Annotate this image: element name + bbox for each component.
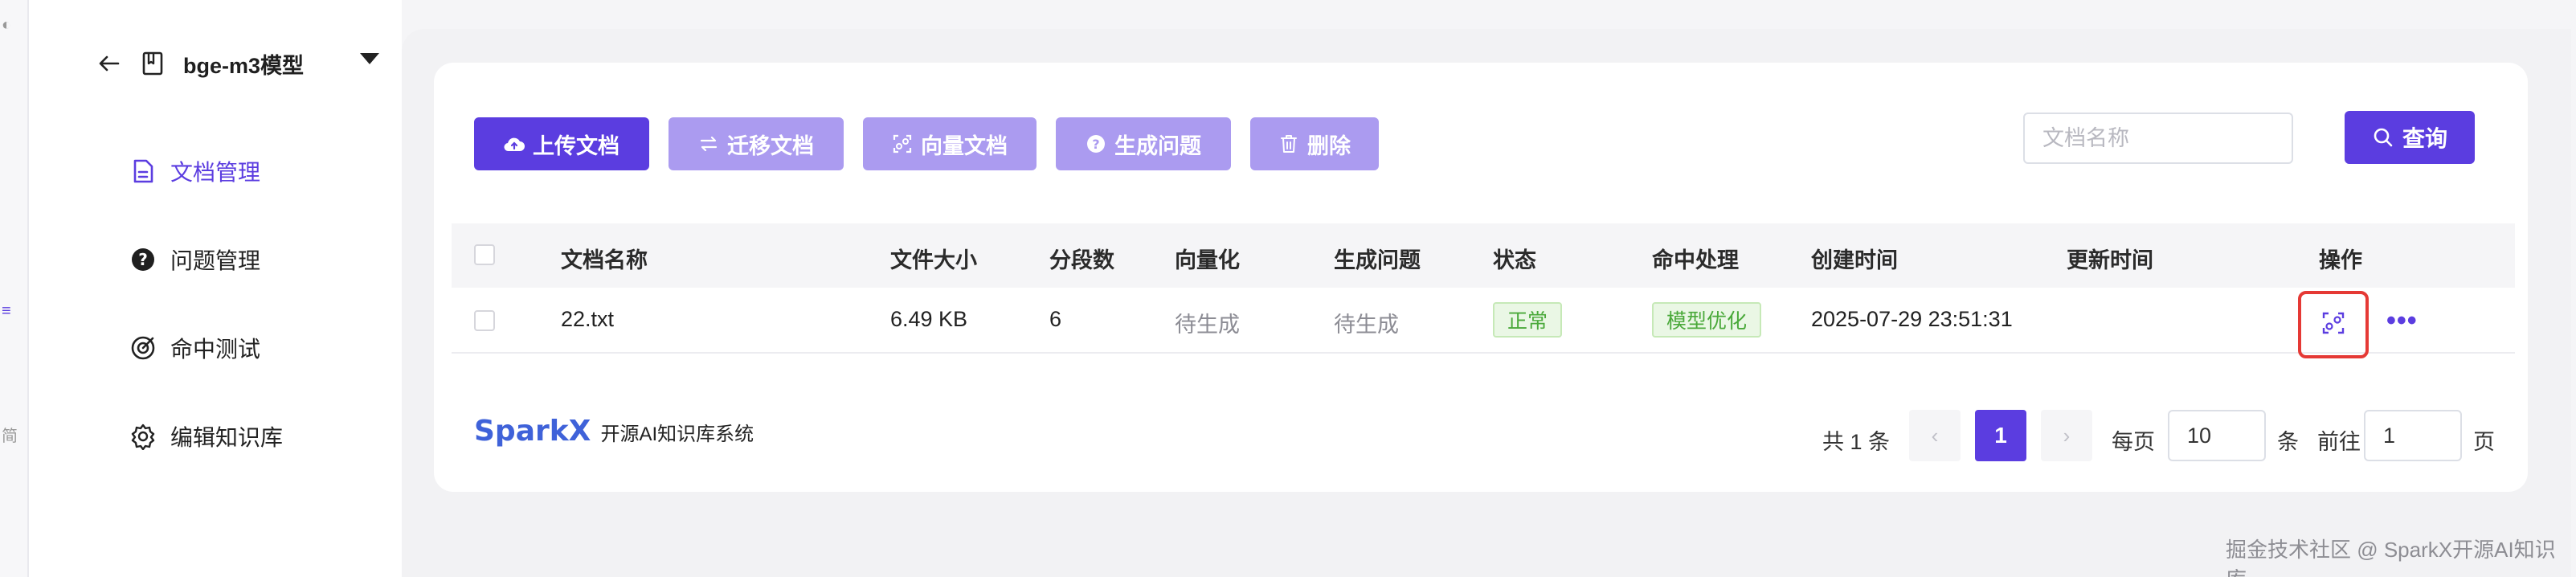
next-page-icon[interactable]: › xyxy=(2041,410,2092,461)
col-segments: 分段数 xyxy=(1049,248,1114,272)
sidebar-item-label: 编辑知识库 xyxy=(170,425,284,450)
sidebar-item-edit-kb[interactable]: 编辑知识库 xyxy=(129,416,386,456)
query-button[interactable]: 查询 xyxy=(2345,111,2475,164)
back-arrow-icon[interactable] xyxy=(95,49,124,78)
migrate-label: 迁移文档 xyxy=(727,133,814,158)
col-created: 创建时间 xyxy=(1811,248,1898,272)
doc-generate: 待生成 xyxy=(1334,313,1399,337)
sidebar-item-documents[interactable]: 文档管理 xyxy=(129,151,386,191)
per-page-input[interactable] xyxy=(2168,410,2266,461)
target-icon xyxy=(129,334,157,362)
left-rail: ◐ ≡ 简 xyxy=(0,0,29,577)
vector-icon xyxy=(2321,311,2345,339)
more-actions-icon[interactable]: ••• xyxy=(2386,305,2418,337)
upload-label: 上传文档 xyxy=(533,133,619,158)
generate-label: 生成问题 xyxy=(1114,133,1201,158)
brand: SparkX 开源AI知识库系统 xyxy=(474,415,754,448)
col-generate: 生成问题 xyxy=(1334,248,1421,272)
doc-size: 6.49 KB xyxy=(890,307,968,331)
page-number-current[interactable]: 1 xyxy=(1975,410,2026,461)
col-vectorize: 向量化 xyxy=(1175,248,1240,272)
sidebar-item-label: 命中测试 xyxy=(170,337,261,362)
vectorize-label: 向量文档 xyxy=(921,133,1008,158)
goto-page-input[interactable] xyxy=(2364,410,2462,461)
svg-text:?: ? xyxy=(138,250,148,269)
rail-glyph-bottom: 简 xyxy=(2,428,18,445)
kb-header: bge-m3模型 xyxy=(95,45,304,82)
document-icon xyxy=(129,157,157,186)
select-all-checkbox[interactable] xyxy=(474,244,495,265)
doc-created: 2025-07-29 23:51:31 xyxy=(1811,307,2013,331)
kb-name: bge-m3模型 xyxy=(183,53,305,78)
trash-icon xyxy=(1278,133,1299,154)
rail-glyph-mid: ≡ xyxy=(2,302,11,320)
goto-label: 前往 xyxy=(2317,430,2361,454)
col-size: 文件大小 xyxy=(890,248,977,272)
vector-icon xyxy=(892,133,913,154)
sidebar: bge-m3模型 文档管理 ? 问题管理 命中测试 编辑知识库 xyxy=(64,0,402,577)
question-circle-icon: ? xyxy=(1086,133,1106,154)
hit-badge: 模型优化 xyxy=(1652,302,1762,338)
per-page-unit: 条 xyxy=(2277,430,2299,454)
row-checkbox[interactable] xyxy=(474,310,495,331)
vectorize-action-button[interactable] xyxy=(2298,291,2369,358)
app-root: ◐ ≡ 简 bge-m3模型 文档管理 ? 问题管理 命中测试 编辑知识库 上传… xyxy=(0,0,2576,577)
doc-name[interactable]: 22.txt xyxy=(561,307,614,332)
brand-logo-text: SparkX xyxy=(474,415,591,448)
svg-text:?: ? xyxy=(1092,137,1099,152)
brand-subtitle: 开源AI知识库系统 xyxy=(600,424,754,445)
doc-vectorize: 待生成 xyxy=(1175,313,1240,337)
sidebar-item-questions[interactable]: ? 问题管理 xyxy=(129,239,386,280)
col-actions: 操作 xyxy=(2319,248,2362,272)
rail-glyph-top: ◐ xyxy=(2,16,12,34)
migrate-button[interactable]: 迁移文档 xyxy=(669,117,844,170)
rail-gap xyxy=(29,0,64,577)
col-status: 状态 xyxy=(1493,248,1536,272)
prev-page-icon[interactable]: ‹ xyxy=(1909,410,1961,461)
col-hit: 命中处理 xyxy=(1652,248,1739,272)
goto-unit: 页 xyxy=(2473,430,2495,454)
col-name: 文档名称 xyxy=(561,248,648,272)
swap-icon xyxy=(698,133,719,154)
book-icon xyxy=(138,49,167,78)
question-icon: ? xyxy=(129,245,157,274)
status-badge: 正常 xyxy=(1493,302,1563,338)
delete-button[interactable]: 删除 xyxy=(1250,117,1379,170)
query-label: 查询 xyxy=(2402,126,2447,151)
kb-dropdown-caret-icon[interactable] xyxy=(360,53,379,64)
col-updated: 更新时间 xyxy=(2067,248,2153,272)
per-page-label: 每页 xyxy=(2112,430,2155,454)
gear-icon xyxy=(129,422,157,451)
search-icon xyxy=(2372,126,2394,149)
cloud-upload-icon xyxy=(504,133,525,154)
upload-button[interactable]: 上传文档 xyxy=(474,117,649,170)
watermark: 掘金技术社区 @ SparkX开源AI知识库 xyxy=(2226,538,2556,577)
sidebar-item-label: 问题管理 xyxy=(170,248,261,273)
sidebar-item-hit-test[interactable]: 命中测试 xyxy=(129,328,386,368)
vectorize-button[interactable]: 向量文档 xyxy=(863,117,1037,170)
table-row: 22.txt 6.49 KB 6 待生成 待生成 正常 模型优化 2025-07… xyxy=(452,288,2515,358)
pagination-total: 共 1 条 xyxy=(1822,430,1891,454)
doc-name-search-input[interactable] xyxy=(2023,113,2293,164)
sidebar-item-label: 文档管理 xyxy=(170,160,261,185)
delete-label: 删除 xyxy=(1307,133,1351,158)
table-header: 文档名称 文件大小 分段数 向量化 生成问题 状态 命中处理 创建时间 更新时间… xyxy=(452,223,2515,288)
generate-questions-button[interactable]: ? 生成问题 xyxy=(1056,117,1231,170)
doc-segments: 6 xyxy=(1049,307,1062,331)
